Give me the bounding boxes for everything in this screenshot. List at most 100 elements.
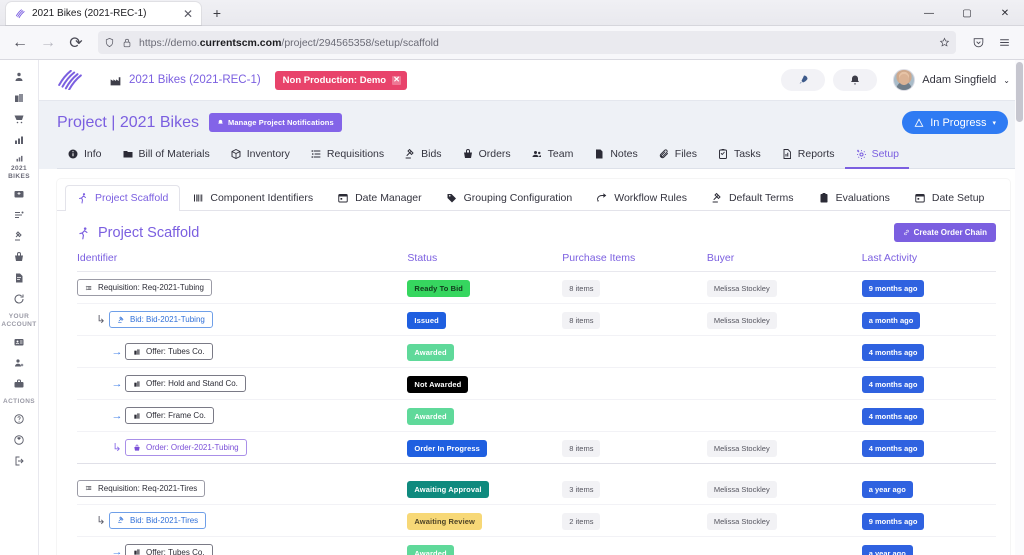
rail-cart-icon[interactable] [4,108,34,129]
sub-tab-label: Default Terms [728,192,794,204]
rail-analytics-icon[interactable] [4,129,34,150]
nav-tab-requisitions[interactable]: Requisitions [300,143,394,169]
reload-button[interactable]: ⟳ [64,31,88,55]
entity-chip-req[interactable]: Requisition: Req-2021-Tubing [77,279,212,296]
scaffold-heading: Project Scaffold [98,224,200,241]
project-breadcrumb[interactable]: 2021 Bikes (2021-REC-1) [109,74,261,87]
rail-logout-icon[interactable] [4,450,34,471]
nav-tab-reports[interactable]: Reports [771,143,845,169]
column-header-identifier: Identifier [77,248,408,272]
table-row[interactable]: → Offer: Tubes Co. Awarded a year ago [77,536,996,555]
bookmark-star-icon[interactable] [939,37,950,48]
tree-arrow-icon: → [111,546,123,555]
window-maximize-button[interactable]: ▢ [948,0,986,26]
table-row[interactable]: ↳ Order: Order-2021-Tubing Order In Progre… [77,431,996,464]
rail-profile-card-icon[interactable] [4,331,34,352]
page-scrollbar-thumb[interactable] [1016,62,1023,122]
demo-badge-label: Non Production: Demo [282,74,387,86]
rail-support-icon[interactable] [4,429,34,450]
rail-bids-icon[interactable] [4,225,34,246]
cell-status: Awaiting Review [407,504,563,537]
table-row[interactable]: ↳ Bid: Bid-2021-Tires Awaiting Review 2 ite… [77,504,996,537]
entity-chip-label: Offer: Tubes Co. [146,547,205,555]
rail-company-icon[interactable] [4,87,34,108]
user-menu[interactable]: Adam Singfield ⌄ [893,69,1010,91]
sub-tab-workflow-rules[interactable]: Workflow Rules [584,185,699,211]
window-minimize-button[interactable]: — [910,0,948,26]
nav-tab-notes[interactable]: Notes [583,143,647,169]
rail-orders-icon[interactable] [4,246,34,267]
back-button[interactable]: ← [8,31,32,55]
sub-tab-evaluations[interactable]: Evaluations [806,185,902,211]
app-topbar: 2021 Bikes (2021-REC-1) Non Production: … [39,60,1024,100]
nav-tab-bill-of-materials[interactable]: Bill of Materials [112,143,220,169]
shield-icon [104,37,115,48]
manage-project-notifications-button[interactable]: Manage Project Notifications [209,113,342,132]
entity-chip-offer[interactable]: Offer: Tubes Co. [125,543,213,555]
entity-chip-label: Requisition: Req-2021-Tubing [98,283,204,292]
nav-tab-team[interactable]: Team [521,143,584,169]
nav-tab-label: Reports [797,148,835,160]
browser-tab[interactable]: 2021 Bikes (2021-REC-1) ✕ [6,2,201,25]
sub-tab-component-identifiers[interactable]: Component Identifiers [180,185,325,211]
nav-tab-inventory[interactable]: Inventory [220,143,300,169]
entity-chip-req[interactable]: Requisition: Req-2021-Tires [77,479,206,497]
new-tab-button[interactable]: + [209,5,225,21]
nav-tab-bids[interactable]: Bids [394,143,451,169]
table-row[interactable]: Requisition: Req-2021-Tubing Ready To Bid… [77,271,996,304]
table-row[interactable]: → Offer: Frame Co. Awarded 4 months ago [77,399,996,432]
nav-tab-orders[interactable]: Orders [452,143,521,169]
column-header-purchase-items: Purchase Items [562,248,707,272]
entity-chip-label: Requisition: Req-2021-Tires [98,483,198,493]
purchase-items-badge: 2 items [562,512,601,530]
pocket-icon[interactable] [966,31,990,55]
nav-tab-info[interactable]: Info [57,143,112,169]
window-close-button[interactable]: ✕ [986,0,1024,26]
entity-chip-order[interactable]: Order: Order-2021-Tubing [125,439,247,456]
cell-identifier: → Offer: Tubes Co. [77,335,408,368]
table-row[interactable]: Requisition: Req-2021-Tires Awaiting Appr… [77,472,996,505]
nav-tab-files[interactable]: Files [648,143,707,169]
menu-hamburger-icon[interactable] [992,31,1016,55]
buyer-badge: Melissa Stockley [706,440,777,457]
sub-tab-grouping-configuration[interactable]: Grouping Configuration [434,185,585,211]
entity-chip-offer[interactable]: Offer: Hold and Stand Co. [125,375,246,392]
project-status-button[interactable]: In Progress ▾ [902,111,1008,134]
rail-team-icon[interactable] [4,352,34,373]
nav-tab-label: Files [674,148,697,160]
entity-chip-offer[interactable]: Offer: Tubes Co. [125,343,213,360]
sub-tab-date-setup[interactable]: Date Setup [902,185,997,211]
page-scrollbar[interactable] [1015,60,1024,555]
rail-history-icon[interactable] [4,288,34,309]
sub-tab-default-terms[interactable]: Default Terms [699,185,806,211]
sub-tab-label: Date Setup [931,192,985,204]
sub-tab-project-scaffold[interactable]: Project Scaffold [65,185,181,211]
nav-tab-setup[interactable]: Setup [844,143,910,169]
rail-briefcase-icon[interactable] [4,373,34,394]
entity-chip-bid[interactable]: Bid: Bid-2021-Tubing [109,311,213,328]
rail-contacts-icon[interactable] [4,66,34,87]
table-row[interactable]: → Offer: Hold and Stand Co. Not Awarded 4 m… [77,367,996,400]
last-activity-badge: 4 months ago [861,344,925,361]
rail-project-icon[interactable] [4,183,34,204]
cell-purchase-items [562,367,707,400]
table-row[interactable]: → Offer: Tubes Co. Awarded 4 months ago [77,335,996,368]
rail-section-account: YOUR ACCOUNT [1,313,37,328]
tab-close-icon[interactable]: ✕ [180,6,196,22]
nav-tab-tasks[interactable]: Tasks [707,143,771,169]
rail-requisitions-icon[interactable] [4,204,34,225]
offer-icon [133,412,141,420]
entity-chip-bid[interactable]: Bid: Bid-2021-Tires [109,511,207,529]
sub-tab-date-manager[interactable]: Date Manager [325,185,434,211]
demo-badge-close-icon[interactable]: ✕ [392,75,402,85]
table-row[interactable]: ↳ Bid: Bid-2021-Tubing Issued 8 items Meliss… [77,303,996,336]
url-bar[interactable]: https://demo.currentscm.com/project/2945… [98,31,956,54]
rail-documents-icon[interactable] [4,267,34,288]
entity-chip-offer[interactable]: Offer: Frame Co. [125,407,214,424]
rail-help-icon[interactable] [4,408,34,429]
column-header-buyer: Buyer [706,248,862,272]
forward-button[interactable]: → [36,31,60,55]
notifications-button[interactable] [833,69,878,91]
rocket-button[interactable] [781,69,826,91]
create-order-chain-button[interactable]: Create Order Chain [893,223,996,242]
